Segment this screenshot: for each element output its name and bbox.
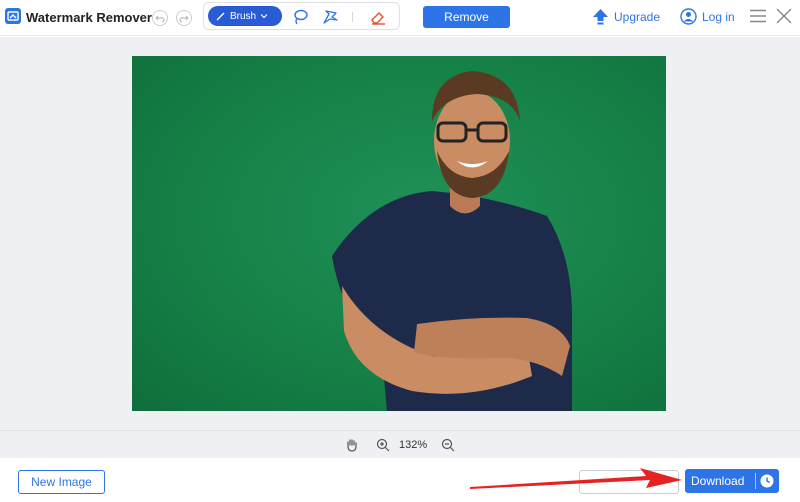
uploaded-image[interactable] [132,56,666,411]
polygonal-lasso-icon [323,10,338,24]
selection-tools-panel: Brush [203,2,400,30]
lasso-icon [294,9,308,25]
login-button[interactable]: Log in [680,8,735,25]
user-icon [680,8,697,25]
redo-icon [179,15,189,23]
undo-icon [155,15,165,23]
lasso-tool-button[interactable] [290,7,310,27]
zoom-out-icon[interactable] [441,438,455,452]
brush-icon [216,12,225,21]
man-portrait-image [332,71,572,411]
download-label: Download [691,474,745,488]
close-icon[interactable] [776,8,792,24]
eraser-tool-button[interactable] [368,7,388,27]
brush-tool-button[interactable]: Brush [208,6,282,26]
download-button[interactable]: Download [685,469,779,493]
hamburger-menu-icon[interactable] [750,9,766,23]
tool-separator [352,12,353,22]
upgrade-arrow-icon [593,9,608,25]
editing-canvas[interactable] [0,37,800,430]
eraser-icon [371,12,385,25]
zoom-level: 132% [399,439,428,451]
remove-button[interactable]: Remove [423,6,510,28]
app-logo-icon [5,8,21,24]
undo-button[interactable] [152,10,168,26]
download-separator [755,473,756,489]
brush-tool-label: Brush [230,10,257,22]
chevron-down-icon [260,14,268,19]
annotation-arrow [470,468,682,489]
zoom-bar: 132% [0,430,800,458]
redo-button[interactable] [176,10,192,26]
zoom-in-icon[interactable] [376,438,390,452]
login-label: Log in [702,9,735,24]
upgrade-label: Upgrade [614,9,661,24]
app-title: Watermark Remover [26,10,152,25]
clock-icon[interactable] [759,473,775,489]
new-image-button[interactable]: New Image [18,470,105,494]
upgrade-button[interactable]: Upgrade [592,8,660,25]
polygonal-lasso-tool-button[interactable] [320,7,340,27]
hand-pan-icon[interactable] [345,438,359,452]
top-toolbar: Watermark Remover Brush Remove Upgrade L… [0,0,800,36]
